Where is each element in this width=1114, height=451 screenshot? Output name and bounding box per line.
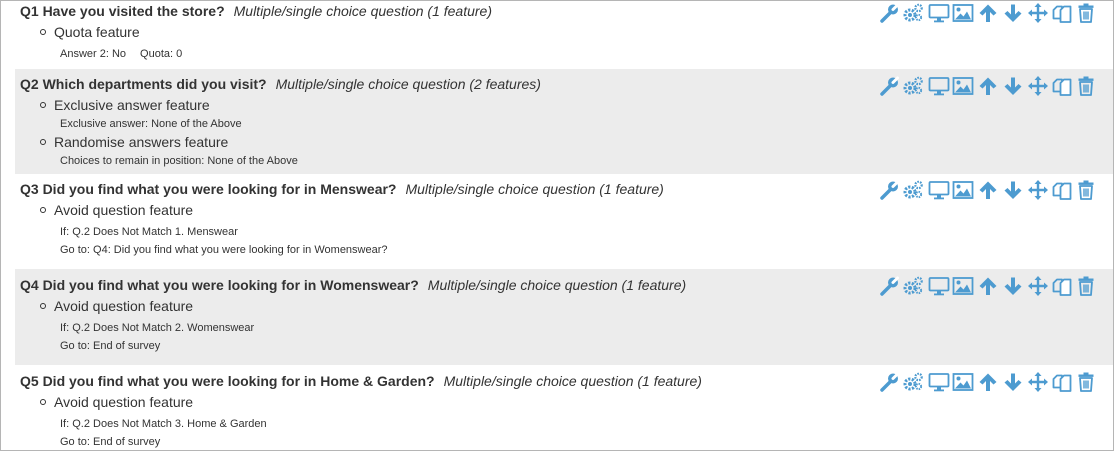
feature-detail: Go to: End of survey	[60, 339, 160, 353]
copy-icon[interactable]	[1051, 371, 1073, 393]
feature-label: Exclusive answer feature	[54, 97, 210, 113]
wrench-icon[interactable]	[878, 75, 900, 97]
question-title: Q1 Have you visited the store?	[20, 3, 225, 19]
question-title: Q4 Did you find what you were looking fo…	[20, 277, 419, 293]
image-icon[interactable]	[952, 179, 974, 201]
arrow-up-icon[interactable]	[977, 75, 999, 97]
gears-icon[interactable]	[902, 179, 924, 201]
move-icon[interactable]	[1027, 2, 1049, 24]
question-type: Multiple/single choice question (1 featu…	[405, 181, 664, 197]
copy-icon[interactable]	[1051, 275, 1073, 297]
trash-icon[interactable]	[1075, 179, 1097, 201]
feature-item[interactable]: Randomise answers feature	[40, 133, 229, 151]
move-icon[interactable]	[1027, 275, 1049, 297]
question-type: Multiple/single choice question (1 featu…	[427, 277, 687, 293]
trash-icon[interactable]	[1075, 275, 1097, 297]
question-block-q3: Q3 Did you find what you were looking fo…	[15, 174, 1113, 269]
trash-icon[interactable]	[1075, 2, 1097, 24]
feature-detail: Go to: End of survey	[60, 435, 160, 449]
survey-question-list: Q1 Have you visited the store? Multiple/s…	[0, 0, 1114, 451]
question-type: Multiple/single choice question (2 featu…	[275, 76, 541, 92]
bullet-icon	[40, 399, 46, 405]
feature-item[interactable]: Quota feature	[40, 23, 140, 41]
arrow-up-icon[interactable]	[977, 275, 999, 297]
detail-text: If: Q.2 Does Not Match 3. Home & Garden	[60, 418, 267, 430]
feature-detail: Exclusive answer: None of the Above	[60, 117, 242, 131]
arrow-down-icon[interactable]	[1002, 179, 1024, 201]
image-icon[interactable]	[952, 75, 974, 97]
question-type: Multiple/single choice question (1 featu…	[233, 3, 492, 19]
monitor-icon[interactable]	[928, 371, 950, 393]
trash-icon[interactable]	[1075, 75, 1097, 97]
copy-icon[interactable]	[1051, 179, 1073, 201]
detail-text: Choices to remain in position: None of t…	[60, 155, 298, 167]
move-icon[interactable]	[1027, 179, 1049, 201]
feature-item[interactable]: Avoid question feature	[40, 297, 194, 315]
feature-label: Avoid question feature	[54, 298, 194, 314]
question-type: Multiple/single choice question (1 featu…	[443, 373, 702, 389]
feature-item[interactable]: Exclusive answer feature	[40, 96, 210, 114]
wrench-icon[interactable]	[878, 2, 900, 24]
question-block-q2: Q2 Which departments did you visit? Multi…	[15, 69, 1113, 174]
feature-detail: If: Q.2 Does Not Match 1. Menswear	[60, 225, 238, 239]
gears-icon[interactable]	[902, 2, 924, 24]
wrench-icon[interactable]	[878, 179, 900, 201]
bullet-icon	[40, 102, 46, 108]
copy-icon[interactable]	[1051, 2, 1073, 24]
arrow-down-icon[interactable]	[1002, 75, 1024, 97]
detail-text: Exclusive answer: None of the Above	[60, 118, 242, 130]
question-title: Q3 Did you find what you were looking fo…	[20, 181, 397, 197]
monitor-icon[interactable]	[928, 75, 950, 97]
detail-text: Go to: Q4: Did you find what you were lo…	[60, 244, 388, 256]
arrow-down-icon[interactable]	[1002, 371, 1024, 393]
detail-text: If: Q.2 Does Not Match 2. Womenswear	[60, 322, 255, 334]
feature-detail: Go to: Q4: Did you find what you were lo…	[60, 243, 388, 257]
feature-label: Randomise answers feature	[54, 134, 229, 150]
arrow-down-icon[interactable]	[1002, 275, 1024, 297]
image-icon[interactable]	[952, 275, 974, 297]
feature-detail: Answer 2: No Quota: 0	[60, 47, 182, 61]
feature-detail: Choices to remain in position: None of t…	[60, 154, 298, 168]
gears-icon[interactable]	[902, 75, 924, 97]
question-title: Q5 Did you find what you were looking fo…	[20, 373, 435, 389]
arrow-up-icon[interactable]	[977, 2, 999, 24]
detail-text: Answer 2: No	[60, 48, 127, 60]
gears-icon[interactable]	[902, 275, 924, 297]
wrench-icon[interactable]	[878, 275, 900, 297]
image-icon[interactable]	[952, 371, 974, 393]
question-title: Q2 Which departments did you visit?	[20, 76, 267, 92]
monitor-icon[interactable]	[928, 275, 950, 297]
detail-text: Go to: End of survey	[60, 436, 161, 448]
detail-text: Go to: End of survey	[60, 340, 161, 352]
bullet-icon	[40, 29, 46, 35]
feature-label: Avoid question feature	[54, 394, 194, 410]
move-icon[interactable]	[1027, 371, 1049, 393]
feature-item[interactable]: Avoid question feature	[40, 201, 194, 219]
detail-text: Quota: 0	[140, 48, 183, 60]
wrench-icon[interactable]	[878, 371, 900, 393]
bullet-icon	[40, 139, 46, 145]
question-block-q4: Q4 Did you find what you were looking fo…	[15, 269, 1113, 365]
move-icon[interactable]	[1027, 75, 1049, 97]
feature-label: Quota feature	[54, 24, 140, 40]
arrow-down-icon[interactable]	[1002, 2, 1024, 24]
bullet-icon	[40, 207, 46, 213]
arrow-up-icon[interactable]	[977, 371, 999, 393]
copy-icon[interactable]	[1051, 75, 1073, 97]
feature-detail: If: Q.2 Does Not Match 3. Home & Garden	[60, 417, 267, 431]
feature-label: Avoid question feature	[54, 202, 194, 218]
bullet-icon	[40, 303, 46, 309]
detail-text: If: Q.2 Does Not Match 1. Menswear	[60, 226, 238, 238]
feature-detail: If: Q.2 Does Not Match 2. Womenswear	[60, 321, 254, 335]
question-block-q5: Q5 Did you find what you were looking fo…	[15, 365, 1113, 450]
monitor-icon[interactable]	[928, 179, 950, 201]
feature-item[interactable]: Avoid question feature	[40, 393, 194, 411]
trash-icon[interactable]	[1075, 371, 1097, 393]
monitor-icon[interactable]	[928, 2, 950, 24]
gears-icon[interactable]	[902, 371, 924, 393]
arrow-up-icon[interactable]	[977, 179, 999, 201]
question-block-q1: Q1 Have you visited the store? Multiple/s…	[15, 1, 1113, 69]
image-icon[interactable]	[952, 2, 974, 24]
